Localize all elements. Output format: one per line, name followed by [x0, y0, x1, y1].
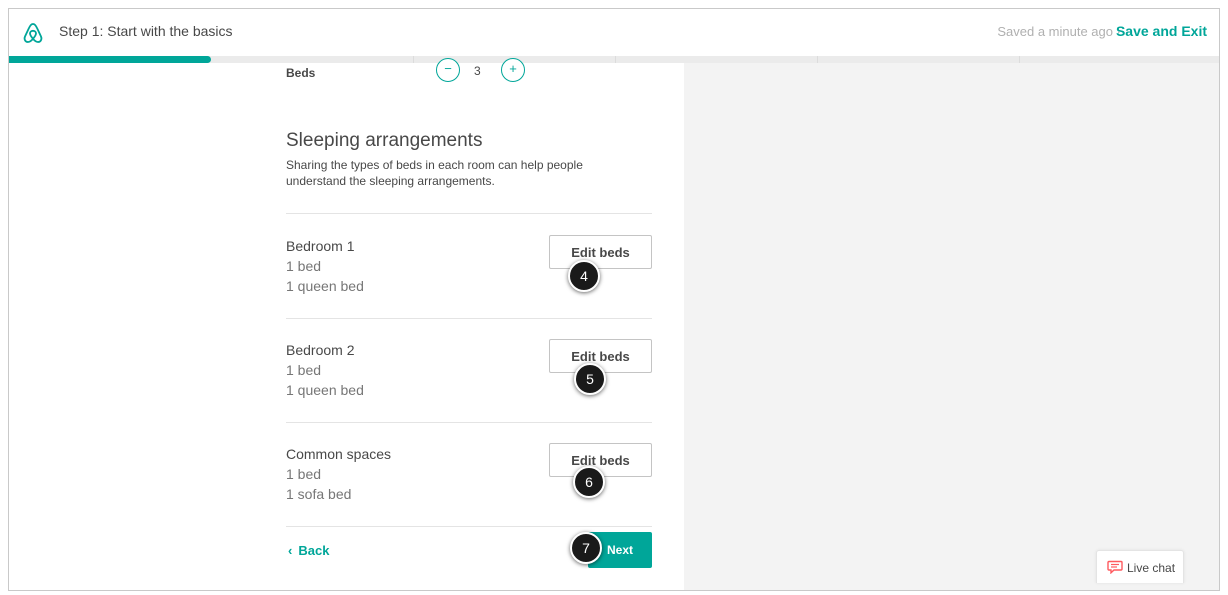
room-bed-type: 1 sofa bed: [286, 486, 352, 502]
edit-beds-button-bedroom-1[interactable]: Edit beds: [549, 235, 652, 269]
divider: [286, 422, 652, 423]
step-callout-badge: 5: [574, 363, 606, 395]
step-title: Step 1: Start with the basics: [59, 23, 233, 39]
room-name: Common spaces: [286, 446, 392, 462]
room-name: Bedroom 2: [286, 342, 355, 358]
step-callout-badge: 4: [568, 260, 600, 292]
beds-count: 3: [474, 64, 481, 78]
step-callout-badge: 7: [570, 532, 602, 564]
room-bed-type: 1 queen bed: [286, 382, 364, 398]
sleeping-arrangements-description: Sharing the types of beds in each room c…: [286, 158, 583, 188]
chat-bubble-icon: [1107, 560, 1123, 574]
room-name: Bedroom 1: [286, 238, 355, 254]
back-label: Back: [298, 543, 330, 558]
saved-status: Saved a minute ago: [997, 24, 1113, 39]
preview-panel: [684, 63, 1219, 590]
save-and-exit-link[interactable]: Save and Exit: [1116, 23, 1207, 39]
progress-fill: [9, 56, 212, 63]
sleeping-arrangements-title: Sleeping arrangements: [286, 130, 483, 151]
step-callout-badge: 6: [573, 466, 605, 498]
chevron-left-icon: ‹: [288, 543, 293, 558]
divider: [286, 526, 652, 527]
divider: [286, 213, 652, 214]
room-bed-count: 1 bed: [286, 362, 322, 378]
beds-decrement-button[interactable]: −: [436, 58, 460, 82]
live-chat-label: Live chat: [1127, 561, 1176, 575]
room-bed-count: 1 bed: [286, 258, 322, 274]
beds-stepper-row: Beds − 3 +: [286, 58, 646, 88]
airbnb-logo-icon[interactable]: [21, 21, 45, 45]
live-chat-button[interactable]: Live chat: [1096, 550, 1184, 583]
room-bed-type: 1 queen bed: [286, 278, 364, 294]
progress-segment-divider: [817, 56, 818, 63]
divider: [286, 318, 652, 319]
progress-segment-divider: [1019, 56, 1020, 63]
room-bed-count: 1 bed: [286, 466, 322, 482]
top-header: Step 1: Start with the basics Saved a mi…: [9, 9, 1219, 56]
back-button[interactable]: ‹ Back: [288, 543, 329, 558]
beds-increment-button[interactable]: +: [501, 58, 525, 82]
beds-label: Beds: [286, 66, 316, 80]
